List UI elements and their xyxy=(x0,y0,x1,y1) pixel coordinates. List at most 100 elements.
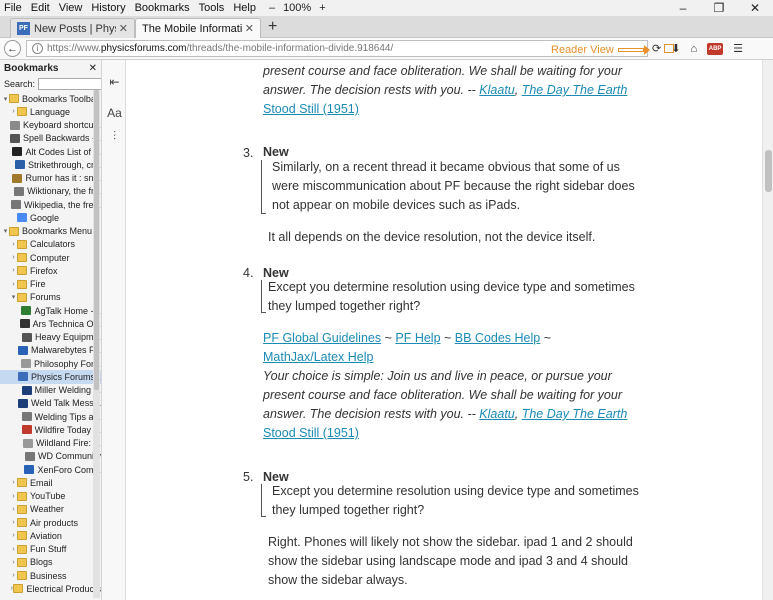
bookmark-item[interactable]: Wiktionary, the fr... xyxy=(0,185,101,198)
new-tab-button[interactable]: + xyxy=(268,19,277,35)
bookmark-folder[interactable]: ▾ Bookmarks Toolbar xyxy=(0,92,101,105)
maximize-button[interactable]: ❐ xyxy=(701,0,737,16)
back-button[interactable]: ← xyxy=(4,40,21,57)
day-earth-stood-still-link[interactable]: The Day The Earth xyxy=(522,83,628,97)
bookmark-item[interactable]: Ars Technica O... xyxy=(0,317,101,330)
bookmark-folder[interactable]: › YouTube xyxy=(0,490,101,503)
bookmark-item[interactable]: Philosophy For... xyxy=(0,357,101,370)
menu-hamburger-icon[interactable]: ☰ xyxy=(733,42,743,55)
bookmark-folder[interactable]: › Fun Stuff xyxy=(0,543,101,556)
sidebar-close-icon[interactable]: ✕ xyxy=(89,63,97,74)
bookmark-folder[interactable]: › Fire xyxy=(0,278,101,291)
menu-tools[interactable]: Tools xyxy=(199,2,225,14)
day-earth-stood-still-link[interactable]: Stood Still (1951) xyxy=(263,426,359,440)
close-tab-icon[interactable]: ✕ xyxy=(245,22,254,35)
bookmark-folder[interactable]: › Weather xyxy=(0,503,101,516)
zoom-level[interactable]: 100% xyxy=(283,2,311,14)
bookmark-folder[interactable]: ▾ Bookmarks Menu xyxy=(0,225,101,238)
home-icon[interactable]: ⌂ xyxy=(690,43,697,55)
klaatu-link[interactable]: Klaatu xyxy=(479,407,514,421)
tree-twisty-icon[interactable]: › xyxy=(10,559,17,566)
bookmark-folder[interactable]: ▾ Forums xyxy=(0,291,101,304)
tree-twisty-icon[interactable]: › xyxy=(10,546,17,553)
bookmark-folder[interactable]: › Business xyxy=(0,569,101,582)
bookmark-item[interactable]: Malwarebytes F... xyxy=(0,344,101,357)
tree-twisty-icon[interactable]: › xyxy=(10,241,17,248)
tree-twisty-icon[interactable]: ▾ xyxy=(2,227,9,235)
bookmark-item[interactable]: Miller Welding ... xyxy=(0,384,101,397)
pf-help-link[interactable]: PF Help xyxy=(395,331,440,345)
tree-twisty-icon[interactable]: › xyxy=(10,108,17,115)
menu-file[interactable]: File xyxy=(4,2,22,14)
bookmark-item[interactable]: XenForo Com... xyxy=(0,463,101,476)
bookmark-item[interactable]: Google xyxy=(0,211,101,224)
bookmark-item[interactable]: Weld Talk Mess... xyxy=(0,397,101,410)
klaatu-link[interactable]: Klaatu xyxy=(479,83,514,97)
tree-twisty-icon[interactable]: ▾ xyxy=(10,293,17,301)
tree-twisty-icon[interactable]: › xyxy=(10,281,17,288)
menu-help[interactable]: Help xyxy=(233,2,256,14)
tree-twisty-icon[interactable]: › xyxy=(10,532,17,539)
bookmark-folder[interactable]: › Language xyxy=(0,105,101,118)
bookmark-folder[interactable]: › Computer xyxy=(0,251,101,264)
bookmark-item[interactable]: Alt Codes List of ... xyxy=(0,145,101,158)
bookmark-item[interactable]: AgTalk Home -... xyxy=(0,304,101,317)
narrate-button[interactable]: ⫶ xyxy=(105,126,124,146)
bookmark-item[interactable]: Spell Backwards -... xyxy=(0,132,101,145)
bookmark-folder[interactable]: › Email xyxy=(0,476,101,489)
bookmark-item[interactable]: Physics Forums... xyxy=(0,370,101,384)
sidebar-search-input[interactable] xyxy=(38,77,101,90)
bookmark-item[interactable]: Welding Tips a... xyxy=(0,410,101,423)
bookmark-item[interactable]: Wildfire Today ... xyxy=(0,423,101,436)
bookmark-folder[interactable]: › Aviation xyxy=(0,529,101,542)
page-scrollbar-thumb[interactable] xyxy=(765,150,772,192)
site-info-icon[interactable]: i xyxy=(32,43,43,54)
bookmark-item[interactable]: Wikipedia, the fre... xyxy=(0,198,101,211)
sidebar-scrollbar-thumb[interactable] xyxy=(94,90,99,390)
zoom-in-button[interactable]: + xyxy=(319,2,325,14)
tree-twisty-icon[interactable]: › xyxy=(10,519,17,526)
url-bar[interactable]: i https://www. physicsforums.com/threads/… xyxy=(26,40,674,57)
bookmark-folder[interactable]: › Calculators xyxy=(0,238,101,251)
bookmark-label: Calculators xyxy=(30,239,76,250)
bookmark-item[interactable]: Heavy Equipm... xyxy=(0,331,101,344)
close-tab-icon[interactable]: ✕ xyxy=(119,22,128,35)
tree-twisty-icon[interactable]: ▾ xyxy=(2,95,9,103)
sidebar-scrollbar[interactable] xyxy=(93,90,100,598)
tree-twisty-icon[interactable]: › xyxy=(10,254,17,261)
close-window-button[interactable]: ✕ xyxy=(737,0,773,16)
minimize-button[interactable]: – xyxy=(665,0,701,16)
bookmark-folder[interactable]: › Firefox xyxy=(0,264,101,277)
day-earth-stood-still-link[interactable]: The Day The Earth xyxy=(522,407,628,421)
bookmark-item[interactable]: Keyboard shortcu... xyxy=(0,119,101,132)
adblock-icon[interactable]: ABP xyxy=(707,42,724,55)
tree-twisty-icon[interactable]: › xyxy=(10,493,17,500)
type-controls-button[interactable]: Aa xyxy=(105,103,124,123)
bookmark-item[interactable]: Wildland Fire: ... xyxy=(0,437,101,450)
bookmark-folder[interactable]: › Blogs xyxy=(0,556,101,569)
menu-bookmarks[interactable]: Bookmarks xyxy=(135,2,190,14)
page-scrollbar[interactable] xyxy=(762,60,773,600)
tab-new-posts[interactable]: PF New Posts | Physics Forums ✕ xyxy=(10,18,135,38)
close-reader-button[interactable]: ⇤ xyxy=(105,72,124,92)
menu-history[interactable]: History xyxy=(91,2,125,14)
tree-twisty-icon[interactable]: › xyxy=(10,572,17,579)
pf-global-guidelines-link[interactable]: PF Global Guidelines xyxy=(263,331,381,345)
menu-edit[interactable]: Edit xyxy=(31,2,50,14)
tab-mobile-information-divide[interactable]: The Mobile Information Divide | ✕ xyxy=(135,18,261,38)
tree-twisty-icon[interactable]: › xyxy=(10,479,17,486)
bookmark-folder[interactable]: › Electrical Products xyxy=(0,582,101,595)
mathjax-latex-help-link[interactable]: MathJax/Latex Help xyxy=(263,350,373,364)
bookmark-item[interactable]: WD Community xyxy=(0,450,101,463)
reload-icon[interactable]: ⟳ xyxy=(652,42,661,55)
tree-twisty-icon[interactable]: › xyxy=(10,506,17,513)
bookmark-item[interactable]: Strikethrough, cr... xyxy=(0,158,101,171)
bookmark-item[interactable]: Rumor has it : sn... xyxy=(0,172,101,185)
zoom-out-button[interactable]: – xyxy=(269,2,275,14)
bookmark-folder[interactable]: › Air products xyxy=(0,516,101,529)
bb-codes-help-link[interactable]: BB Codes Help xyxy=(455,331,540,345)
download-icon[interactable]: ⬇ xyxy=(671,42,680,55)
menu-view[interactable]: View xyxy=(59,2,83,14)
tree-twisty-icon[interactable]: › xyxy=(10,267,17,274)
day-earth-stood-still-link[interactable]: Stood Still (1951) xyxy=(263,102,359,116)
